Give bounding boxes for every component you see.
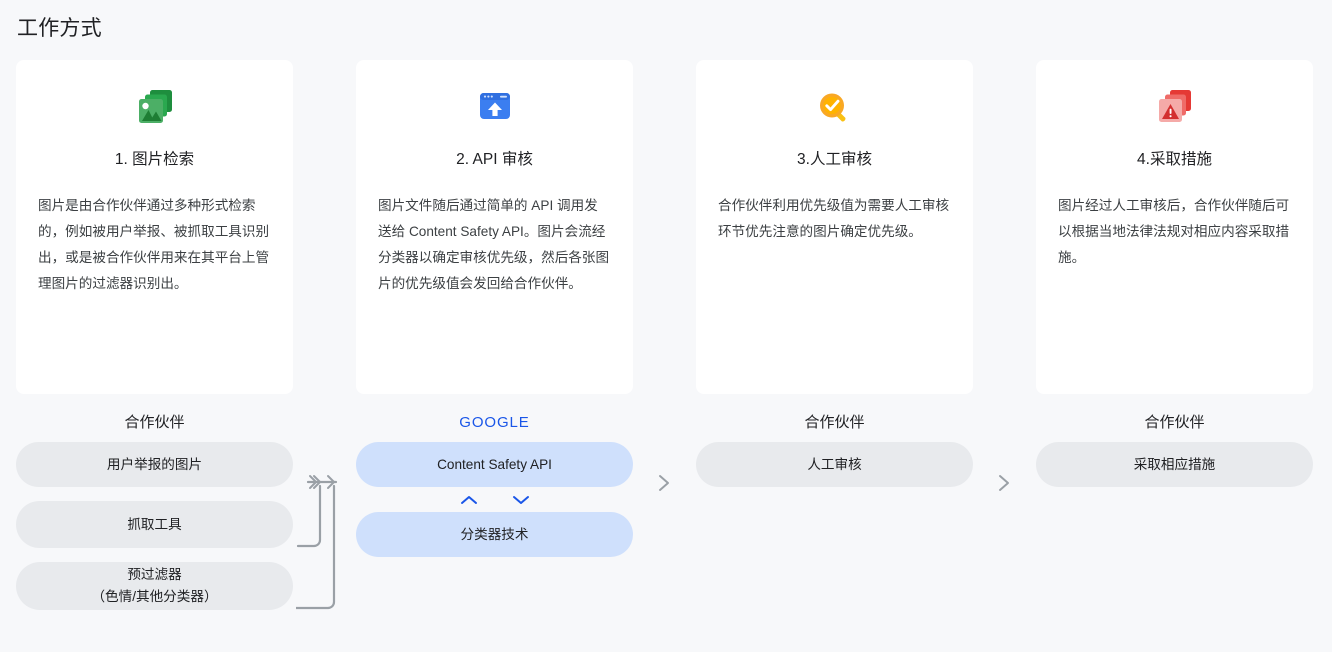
stacked-warning-icon <box>1151 86 1199 130</box>
flow-column-partner-sources: 合作伙伴 用户举报的图片 抓取工具 预过滤器 （色情/其他分类器） <box>16 404 293 610</box>
flow-column-label: 合作伙伴 <box>1036 404 1313 442</box>
branch-connector-arrows <box>296 460 356 630</box>
flow-pill-classifier-tech[interactable]: 分类器技术 <box>356 512 633 557</box>
flow-column-label: 合作伙伴 <box>16 404 293 442</box>
card-api-review: 2. API 审核 图片文件随后通过简单的 API 调用发送给 Content … <box>356 60 633 394</box>
card-text: 图片文件随后通过简单的 API 调用发送给 Content Safety API… <box>378 193 611 297</box>
flow-column-google: GOOGLE Content Safety API 分类器技术 <box>356 404 633 557</box>
flow-pill-crawler[interactable]: 抓取工具 <box>16 501 293 548</box>
chevron-down-icon <box>512 494 530 506</box>
chevron-up-icon <box>460 494 478 506</box>
card-title: 1. 图片检索 <box>115 147 194 169</box>
flow-pill-prefilter[interactable]: 预过滤器 （色情/其他分类器） <box>16 562 293 610</box>
card-human-review: 3.人工审核 合作伙伴利用优先级值为需要人工审核环节优先注意的图片确定优先级。 <box>696 60 973 394</box>
pill-label-line1: 预过滤器 <box>127 564 181 586</box>
bidirectional-chevrons <box>356 487 633 512</box>
flow-pill-human-review[interactable]: 人工审核 <box>696 442 973 487</box>
flow-column-label: GOOGLE <box>356 404 633 442</box>
flow-pill-user-reported[interactable]: 用户举报的图片 <box>16 442 293 487</box>
flow-pill-take-action[interactable]: 采取相应措施 <box>1036 442 1313 487</box>
magnifier-check-icon <box>811 86 859 130</box>
pill-label: 采取相应措施 <box>1134 454 1216 476</box>
card-image-retrieval: 1. 图片检索 图片是由合作伙伴通过多种形式检索的，例如被用户举报、被抓取工具识… <box>16 60 293 394</box>
chevron-right-icon-review-to-action <box>995 472 1013 494</box>
pill-label: 用户举报的图片 <box>107 454 202 476</box>
flow-column-label: 合作伙伴 <box>696 404 973 442</box>
flow-diagram: 合作伙伴 用户举报的图片 抓取工具 预过滤器 （色情/其他分类器） <box>0 404 1332 652</box>
page-title: 工作方式 <box>17 12 102 42</box>
card-take-action: 4.采取措施 图片经过人工审核后，合作伙伴随后可以根据当地法律法规对相应内容采取… <box>1036 60 1313 394</box>
stacked-images-icon <box>131 86 179 130</box>
card-text: 图片是由合作伙伴通过多种形式检索的，例如被用户举报、被抓取工具识别出，或是被合作… <box>38 193 271 297</box>
pill-label: 分类器技术 <box>461 524 529 546</box>
api-upload-icon <box>471 86 519 130</box>
card-title: 4.采取措施 <box>1137 147 1212 169</box>
card-text: 图片经过人工审核后，合作伙伴随后可以根据当地法律法规对相应内容采取措施。 <box>1058 193 1291 271</box>
page-root: 工作方式 1. 图片检索 图片是由合作伙伴通过多种形式检索的，例如被用户举报、被… <box>0 0 1332 652</box>
pill-label: Content Safety API <box>437 454 552 476</box>
pill-label: 人工审核 <box>807 454 861 476</box>
card-title: 3.人工审核 <box>797 147 872 169</box>
flow-pill-content-safety-api[interactable]: Content Safety API <box>356 442 633 487</box>
flow-column-take-action: 合作伙伴 采取相应措施 <box>1036 404 1313 487</box>
card-row: 1. 图片检索 图片是由合作伙伴通过多种形式检索的，例如被用户举报、被抓取工具识… <box>16 60 1316 394</box>
flow-column-human-review: 合作伙伴 人工审核 <box>696 404 973 487</box>
chevron-right-icon-api-to-review <box>655 472 673 494</box>
pill-label: 抓取工具 <box>127 514 181 536</box>
card-text: 合作伙伴利用优先级值为需要人工审核环节优先注意的图片确定优先级。 <box>718 193 951 245</box>
card-title: 2. API 审核 <box>456 147 533 169</box>
pill-label-line2: （色情/其他分类器） <box>91 586 217 608</box>
